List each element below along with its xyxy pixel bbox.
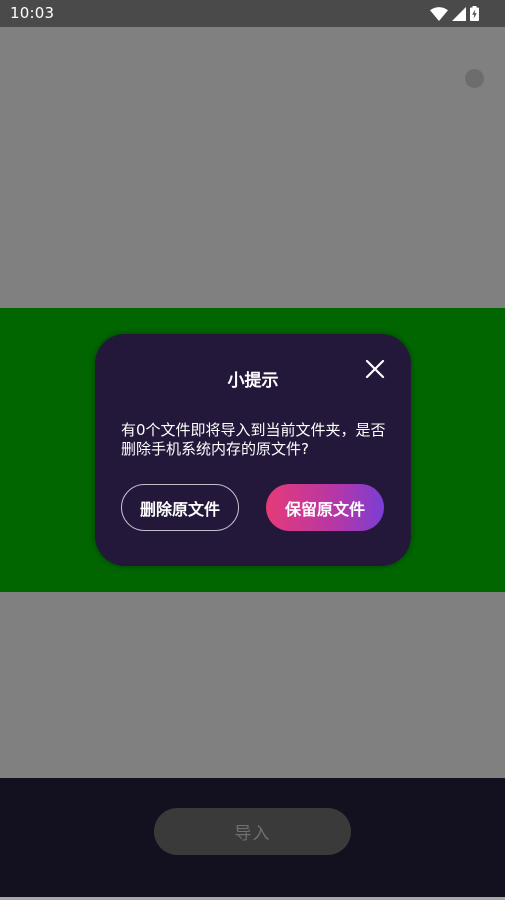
signal-icon — [452, 6, 466, 21]
tip-dialog: 小提示 有0个文件即将导入到当前文件夹，是否删除手机系统内存的原文件? 删除原文… — [95, 334, 411, 566]
status-time: 10:03 — [10, 4, 55, 22]
content-area-lower — [0, 592, 505, 778]
dialog-message: 有0个文件即将导入到当前文件夹，是否删除手机系统内存的原文件? — [121, 421, 386, 458]
keep-original-button[interactable]: 保留原文件 — [266, 484, 384, 531]
status-bar: 10:03 — [0, 0, 505, 27]
corner-dot — [465, 69, 484, 88]
wifi-icon — [430, 6, 448, 21]
close-icon[interactable] — [365, 359, 385, 383]
delete-original-button[interactable]: 删除原文件 — [121, 484, 239, 531]
status-icons — [430, 6, 479, 21]
content-area-upper — [0, 27, 505, 308]
close-button[interactable] — [361, 357, 389, 385]
battery-charging-icon — [470, 6, 479, 21]
import-button[interactable]: 导入 — [154, 808, 351, 855]
